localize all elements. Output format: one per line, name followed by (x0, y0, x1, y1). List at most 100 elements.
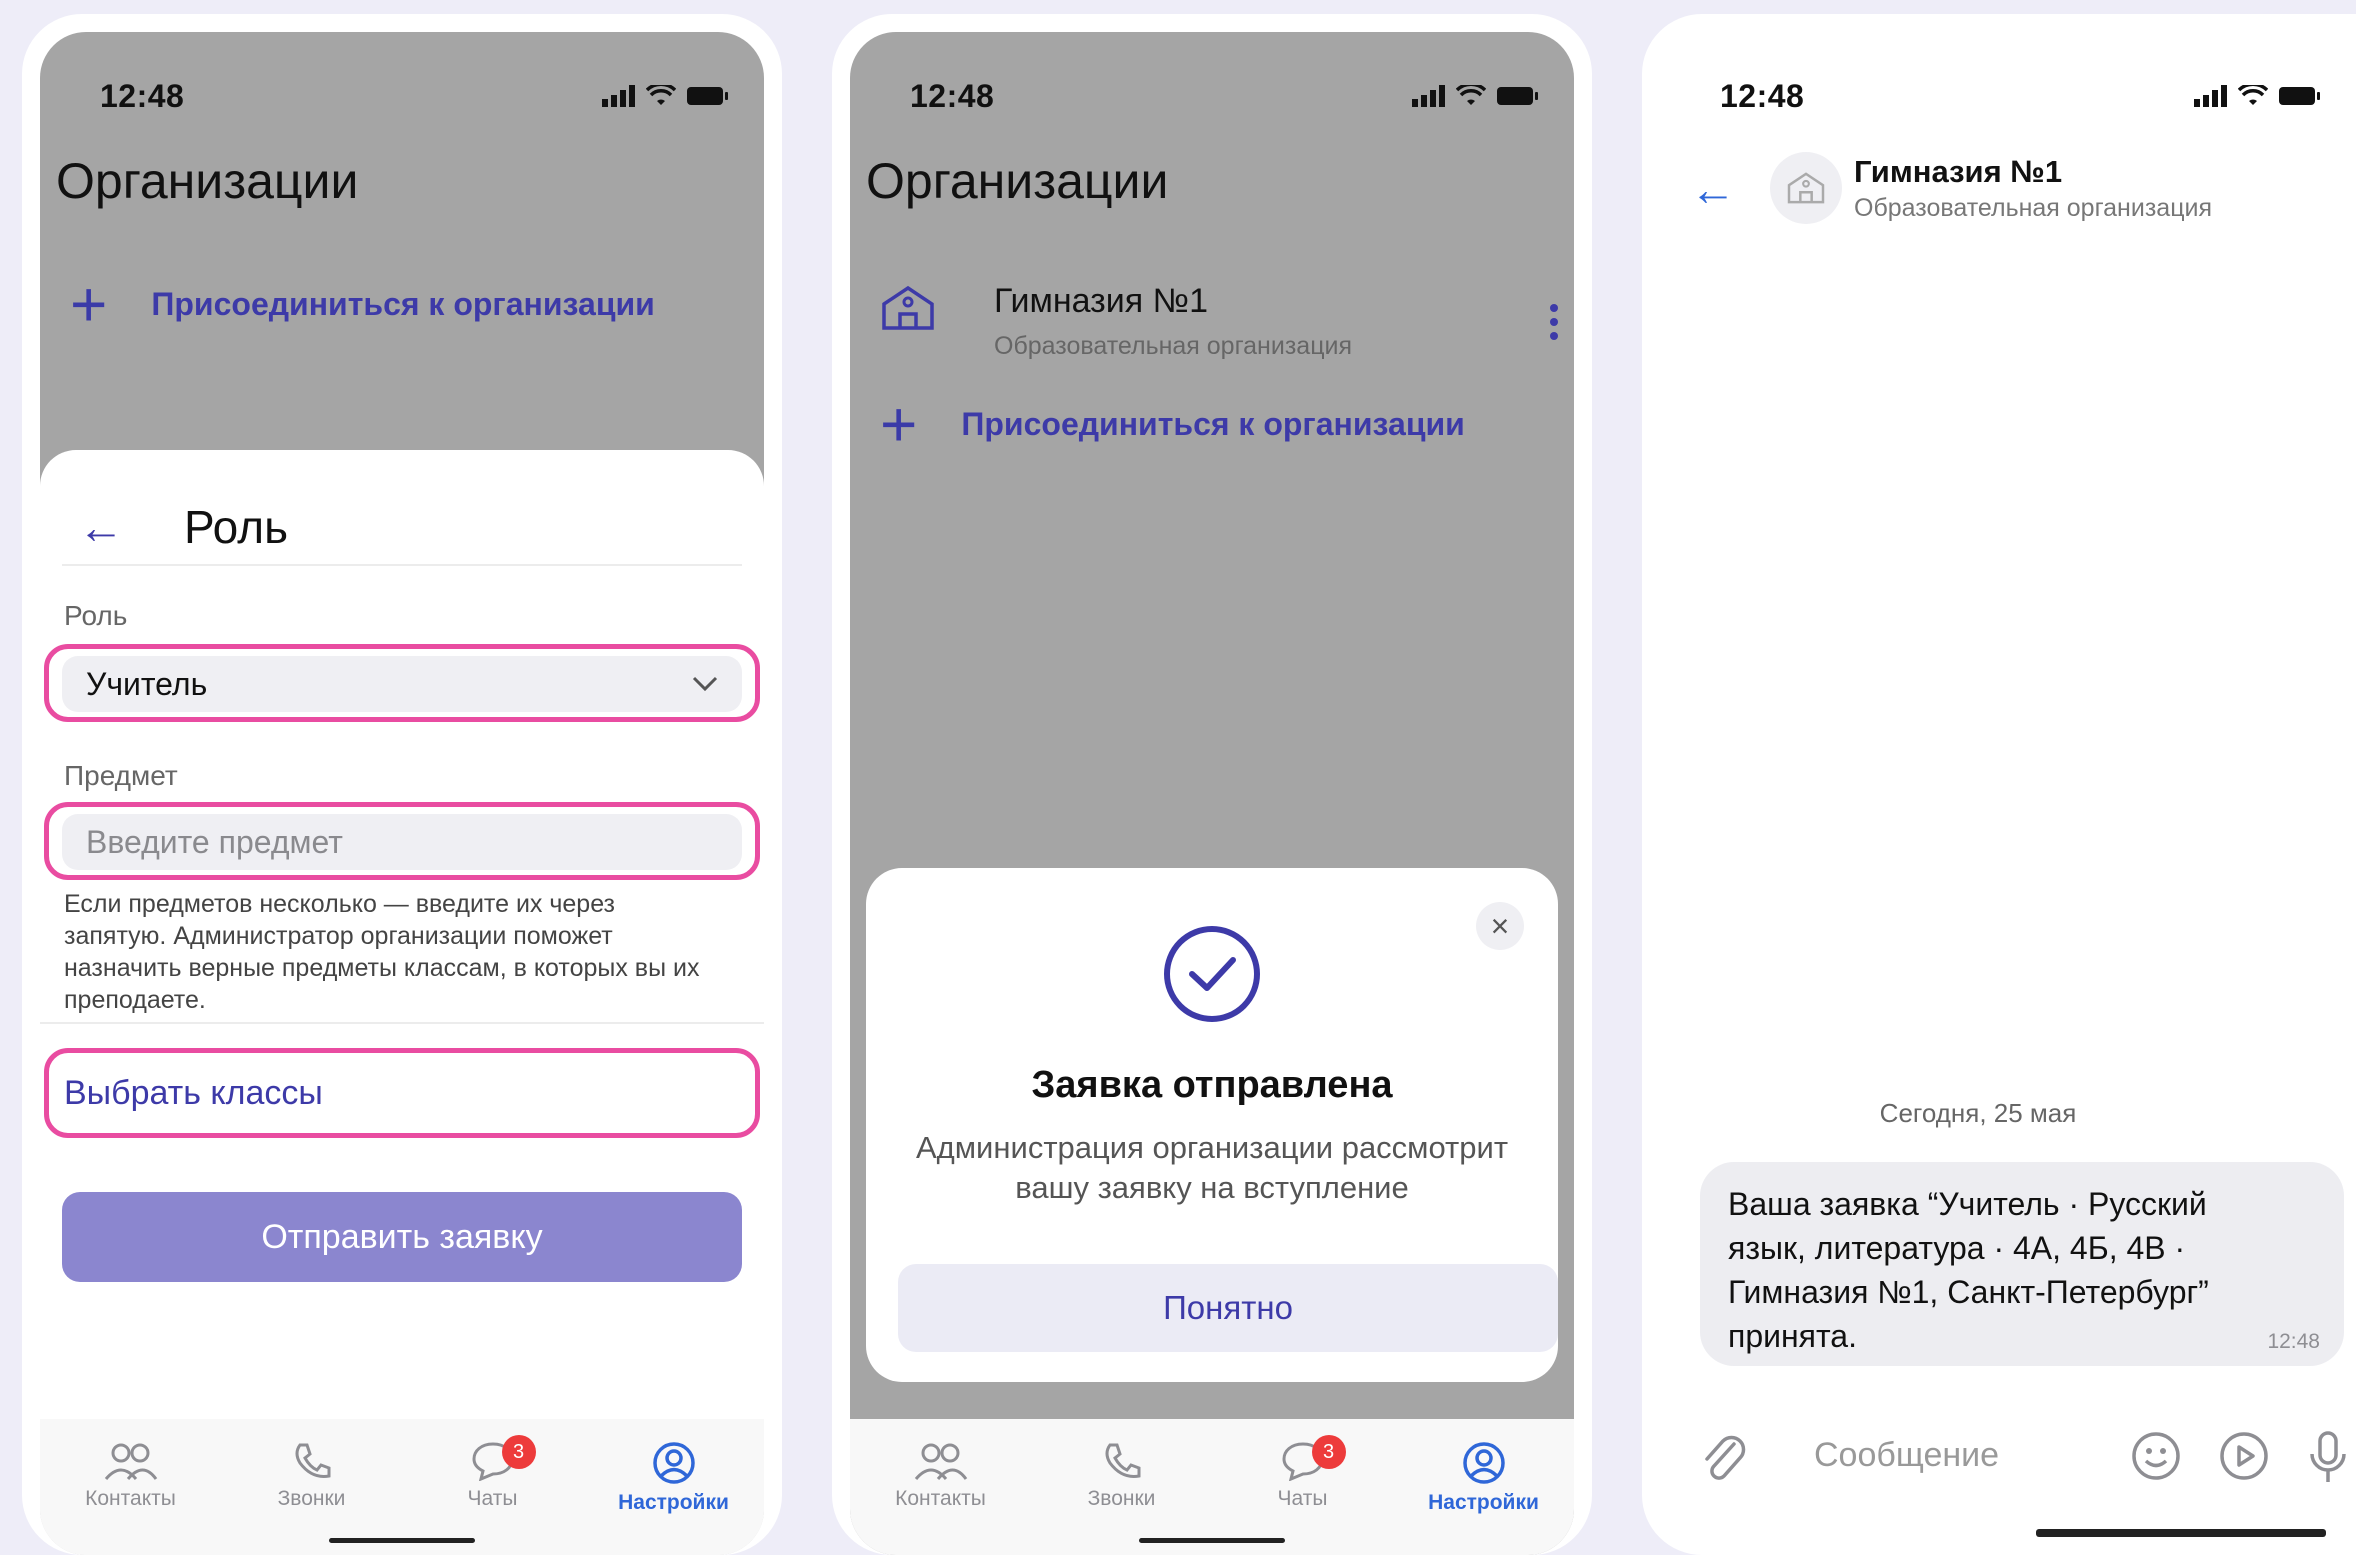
status-time: 12:48 (1720, 77, 1805, 114)
org-name: Гимназия №1 (994, 282, 1208, 320)
battery-icon (2279, 87, 2320, 105)
tab-bar: Контакты Звонки 3 Чаты Настройки (40, 1419, 764, 1555)
tab-label: Контакты (85, 1487, 176, 1510)
request-sent-dialog: × Заявка отправлена Администрация органи… (866, 868, 1558, 1382)
battery-icon (1497, 87, 1538, 105)
tab-label: Настройки (618, 1491, 729, 1514)
page-title: Организации (56, 153, 359, 209)
status-icons (602, 85, 730, 107)
role-sheet: ← Роль Роль Учитель Предмет Введите пред… (40, 450, 764, 1555)
tab-bar: Контакты Звонки 3 Чаты Настройки (850, 1419, 1574, 1555)
status-time: 12:48 (100, 77, 185, 114)
tab-chats[interactable]: 3 Чаты (1228, 1435, 1378, 1511)
join-label: Присоединиться к организации (151, 285, 655, 322)
organization-item[interactable]: Гимназия №1 Образовательная организация (850, 262, 1574, 362)
submit-request-button[interactable]: Отправить заявку (62, 1192, 742, 1282)
home-indicator (1139, 1538, 1285, 1543)
wifi-icon (1456, 85, 1486, 105)
chat-subtitle: Образовательная организация (1854, 194, 2213, 222)
subject-label: Предмет (64, 760, 178, 791)
tab-calls[interactable]: Звонки (1047, 1441, 1197, 1511)
message-composer: Сообщение (1660, 1422, 2356, 1502)
screen: 12:48 Организации Гимназия №1 Образовате… (850, 32, 1574, 1555)
tab-label: Настройки (1428, 1491, 1539, 1514)
choose-classes-link[interactable]: Выбрать классы (64, 1074, 323, 1113)
back-arrow-icon[interactable]: ← (1690, 162, 1736, 216)
phone-chat: 12:48 ← Гимназия №1 Образовательная орга… (1642, 14, 2356, 1555)
attach-icon[interactable] (1700, 1430, 1746, 1486)
role-value: Учитель (86, 665, 208, 702)
tab-label: Контакты (895, 1487, 986, 1510)
tab-calls[interactable]: Звонки (237, 1441, 387, 1511)
status-time: 12:48 (910, 77, 995, 114)
status-bar: 12:48 (100, 76, 730, 116)
unread-badge: 3 (1311, 1435, 1346, 1469)
message-text: Ваша заявка “Учитель · Русский язык, лит… (1728, 1186, 2209, 1354)
school-icon (1787, 172, 1825, 204)
join-label: Присоединиться к организации (961, 405, 1465, 442)
subject-placeholder: Введите предмет (86, 823, 343, 860)
tab-chats[interactable]: 3 Чаты (418, 1435, 568, 1511)
phone-request-sent: 12:48 Организации Гимназия №1 Образовате… (832, 14, 1592, 1555)
status-bar: 12:48 (910, 76, 1540, 116)
tab-contacts[interactable]: Контакты (56, 1441, 206, 1511)
dialog-title: Заявка отправлена (1031, 1064, 1393, 1106)
dialog-text: Администрация организации рассмотрит ваш… (915, 1130, 1509, 1205)
role-select[interactable]: Учитель (62, 656, 742, 712)
status-icons (1412, 85, 1540, 107)
phone-role-form: 12:48 Организации + Присоединиться к орг… (22, 14, 782, 1555)
emoji-icon[interactable] (2130, 1430, 2182, 1482)
more-vertical-icon[interactable] (1548, 302, 1560, 342)
wifi-icon (646, 85, 676, 105)
org-subtitle: Образовательная организация (994, 332, 1353, 360)
subject-hint: Если предметов несколько — введите их че… (64, 890, 700, 1014)
sheet-header: ← Роль (62, 490, 742, 566)
tab-label: Звонки (277, 1487, 346, 1510)
tab-settings[interactable]: Настройки (599, 1441, 749, 1515)
plus-icon: + (70, 268, 108, 340)
profile-icon (1462, 1442, 1505, 1484)
message-input[interactable]: Сообщение (1814, 1436, 1999, 1475)
signal-icon (1412, 85, 1445, 107)
phone-icon (295, 1443, 330, 1478)
battery-icon (687, 87, 728, 105)
home-indicator (2036, 1529, 2326, 1537)
role-label: Роль (64, 600, 128, 631)
chat-name: Гимназия №1 (1854, 154, 2063, 189)
home-indicator (329, 1538, 475, 1543)
microphone-icon[interactable] (2308, 1430, 2348, 1486)
message-bubble: Ваша заявка “Учитель · Русский язык, лит… (1700, 1162, 2344, 1366)
chevron-down-icon (692, 676, 718, 692)
tab-label: Чаты (1277, 1487, 1328, 1510)
date-separator: Сегодня, 25 мая (1879, 1098, 2077, 1128)
school-icon (882, 285, 934, 330)
video-message-icon[interactable] (2218, 1430, 2270, 1482)
tab-settings[interactable]: Настройки (1409, 1441, 1559, 1515)
close-icon[interactable]: × (1476, 902, 1524, 950)
phone-icon (1105, 1443, 1140, 1478)
avatar[interactable] (1770, 152, 1842, 224)
contacts-icon (104, 1443, 157, 1480)
join-organization-button[interactable]: + Присоединиться к организации (70, 272, 655, 336)
contacts-icon (914, 1443, 967, 1480)
signal-icon (602, 85, 635, 107)
signal-icon (2194, 85, 2227, 107)
unread-badge: 3 (501, 1435, 536, 1469)
subject-input[interactable]: Введите предмет (62, 814, 742, 870)
screen: 12:48 Организации + Присоединиться к орг… (40, 32, 764, 1555)
message-time: 12:48 (2267, 1330, 2320, 1353)
divider (40, 1022, 764, 1024)
tab-contacts[interactable]: Контакты (866, 1441, 1016, 1511)
wifi-icon (2238, 85, 2268, 105)
ok-button[interactable]: Понятно (898, 1264, 1558, 1352)
tab-label: Звонки (1087, 1487, 1156, 1510)
page-title: Организации (866, 153, 1169, 209)
chat-header: ← Гимназия №1 Образовательная организаци… (1660, 132, 2356, 242)
sheet-title: Роль (184, 501, 289, 553)
back-arrow-icon[interactable]: ← (62, 500, 124, 554)
screen: 12:48 ← Гимназия №1 Образовательная орга… (1660, 32, 2356, 1555)
join-organization-button[interactable]: + Присоединиться к организации (880, 392, 1465, 456)
status-icons (2194, 85, 2322, 107)
tab-label: Чаты (467, 1487, 518, 1510)
profile-icon (652, 1442, 695, 1484)
